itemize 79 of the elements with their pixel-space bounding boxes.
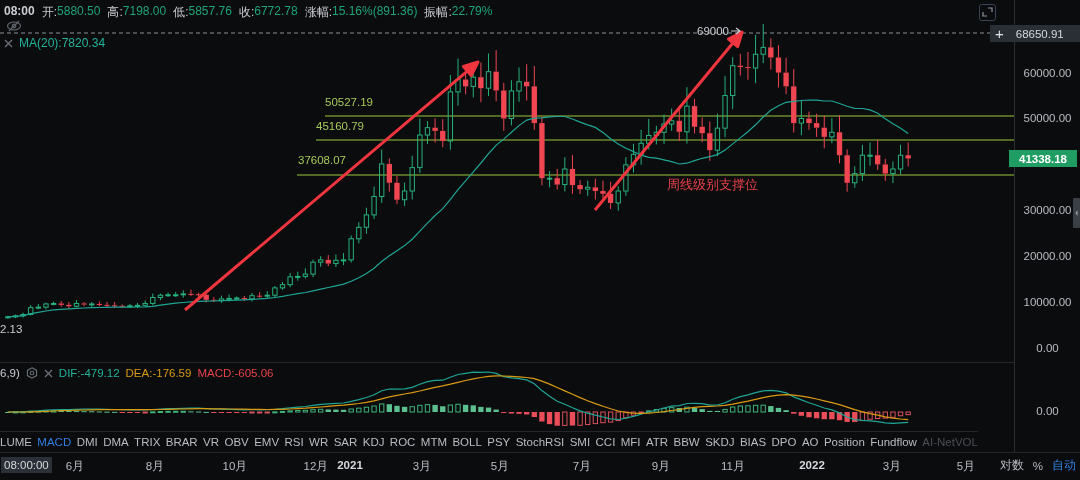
month-label: 6月 — [65, 459, 85, 474]
indicator-tab[interactable]: LUME — [0, 436, 32, 448]
indicator-tab[interactable]: StochRSI — [515, 436, 565, 448]
year-label: 2022 — [799, 459, 825, 471]
current-price-label: 41338.18 — [1009, 150, 1077, 167]
indicator-tab[interactable]: SKDJ — [705, 436, 735, 448]
month-label: 10月 — [222, 459, 248, 474]
indicator-tab[interactable]: DMI — [76, 436, 98, 448]
ohlc-label: 收: — [238, 4, 255, 21]
price-axis-label: 60000.00 — [1022, 67, 1073, 79]
scale-option[interactable]: 对数 — [999, 458, 1024, 473]
ohlc-label: 开: — [41, 4, 58, 21]
month-label: 3月 — [412, 459, 432, 474]
indicator-tab[interactable]: BBW — [673, 436, 700, 448]
price-axis-label: 50000.00 — [1022, 112, 1073, 124]
indicator-tab[interactable]: EMV — [254, 436, 280, 448]
high-price-label: 69000 — [697, 25, 729, 37]
price-axis-label: 0.00 — [1035, 405, 1060, 417]
indicator-tab[interactable]: ATR — [645, 436, 669, 448]
month-label: 12月 — [303, 459, 329, 474]
indicator-tab[interactable]: BOLL — [452, 436, 482, 448]
level-label: 37608.07 — [298, 154, 346, 166]
ohlc-label: 低: — [173, 4, 189, 21]
indicator-tab[interactable]: BIAS — [739, 436, 767, 448]
month-label: 3月 — [882, 459, 902, 474]
price-axis-label: 10000.00 — [1022, 296, 1073, 308]
price-axis-label: 0.00 — [1035, 342, 1060, 354]
ohlc-value: 5880.50 — [57, 4, 101, 20]
dea-value: DEA:-176.59 — [125, 367, 192, 379]
annotation-text: 周线级别支撑位 — [667, 176, 758, 194]
scale-option[interactable]: 自动 — [1052, 458, 1076, 473]
year-label: 2021 — [337, 459, 363, 471]
month-label: 5月 — [490, 459, 510, 474]
ohlc-value: 15.16%(891.36) — [332, 4, 418, 20]
indicator-tab[interactable]: Fundflow — [870, 436, 917, 448]
indicator-tab[interactable]: ROC — [389, 436, 416, 448]
indicator-tab[interactable]: SAR — [333, 436, 358, 448]
indicator-tab[interactable]: DMA — [103, 436, 129, 448]
month-label: 5月 — [956, 459, 976, 474]
ohlc-label: 高: — [107, 4, 123, 21]
scale-option[interactable]: % — [1032, 458, 1043, 473]
month-label: 7月 — [572, 459, 592, 474]
indicator-tab[interactable]: RSI — [284, 436, 304, 448]
macd-value: MACD:-605.06 — [197, 367, 274, 379]
price-label: 2.13 — [0, 323, 23, 335]
indicator-tab[interactable]: AO — [801, 436, 819, 448]
indicator-tab[interactable]: SMI — [569, 436, 591, 448]
indicator-tab[interactable]: DPO — [771, 436, 797, 448]
ohlc-label: 涨幅: — [304, 4, 332, 21]
ohlc-value: 7198.00 — [122, 4, 167, 20]
time-label: 08:00 — [4, 4, 35, 20]
indicator-tab[interactable]: KDJ — [362, 436, 385, 448]
indicator-params: 6,9) — [0, 367, 20, 379]
ohlc-value: 6772.78 — [254, 4, 298, 20]
indicator-tab[interactable]: CCI — [595, 436, 616, 448]
moving-average-label: MA(20):7820.34 — [19, 36, 106, 50]
indicator-tab[interactable]: VR — [203, 436, 220, 448]
indicator-tab[interactable]: TRIX — [134, 436, 161, 448]
indicator-tab[interactable]: Position — [823, 436, 865, 448]
indicator-tab[interactable]: MFI — [620, 436, 641, 448]
indicator-tab[interactable]: OBV — [224, 436, 249, 448]
indicator-tab[interactable]: MACD — [37, 436, 72, 448]
ohlc-label: 振幅: — [424, 4, 452, 21]
cursor-time-label: 08:00:00 — [1, 457, 52, 473]
month-label: 11月 — [721, 459, 745, 474]
month-label: 8月 — [145, 459, 165, 474]
add-button[interactable]: + — [995, 26, 1004, 41]
price-axis-label: 30000.00 — [1022, 204, 1073, 216]
level-label: 45160.79 — [316, 120, 364, 132]
indicator-tab[interactable]: BRAR — [165, 436, 198, 448]
price-axis-label: 20000.00 — [1022, 250, 1073, 262]
dif-value: DIF:-479.12 — [58, 367, 120, 379]
ohlc-value: 5857.76 — [188, 4, 232, 20]
level-label: 50527.19 — [325, 96, 373, 108]
crosshair-price-value: 68650.91 — [1015, 27, 1064, 40]
indicator-tab[interactable]: MTM — [420, 436, 447, 448]
indicator-tab[interactable]: WR — [309, 436, 329, 448]
indicator-tab[interactable]: PSY — [487, 436, 511, 448]
month-label: 9月 — [651, 459, 671, 474]
